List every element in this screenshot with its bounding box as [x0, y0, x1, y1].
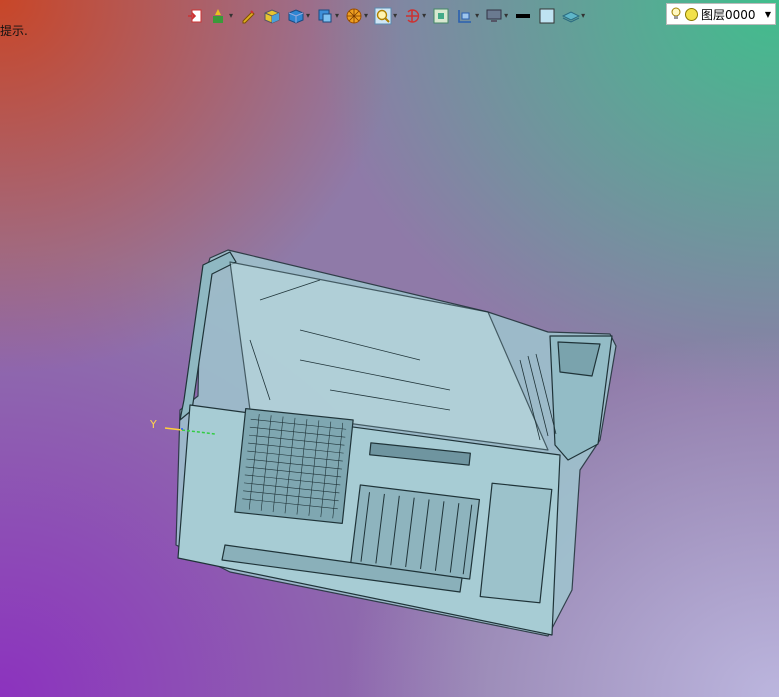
3d-viewport[interactable]: 提示. ▾ ▾ ▾ ▾ ▾ ▾ ▾ ▾ ▾ 图层0000 ▼ Y [0, 0, 779, 697]
case-model[interactable] [0, 0, 779, 697]
axis-y-label: Y [150, 418, 157, 431]
